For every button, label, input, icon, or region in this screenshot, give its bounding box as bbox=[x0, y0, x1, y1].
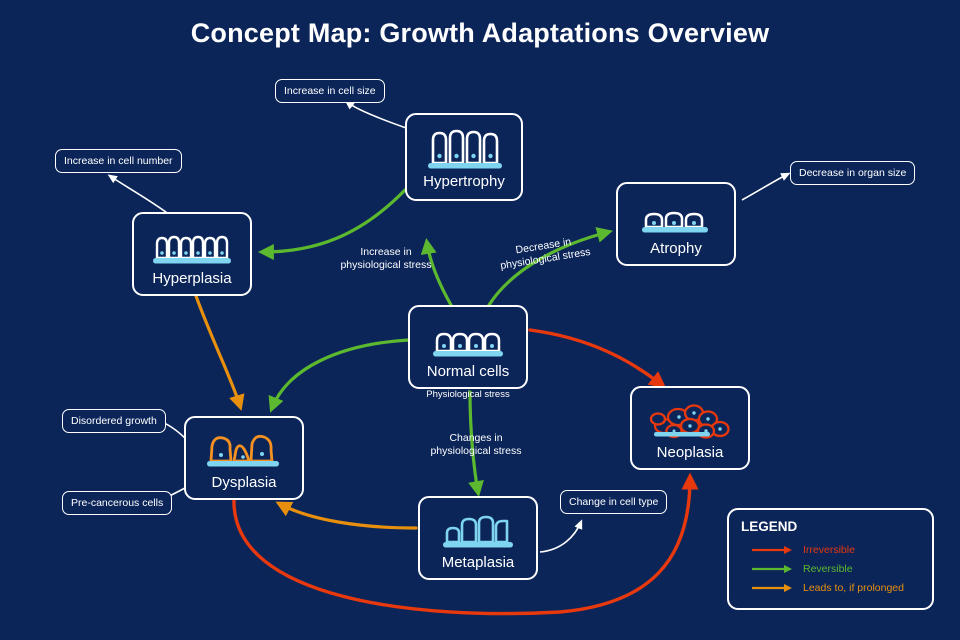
callout-increase-cell-size[interactable]: Increase in cell size bbox=[275, 79, 385, 103]
reversible-arrow-icon bbox=[752, 564, 792, 573]
legend-label: Reversible bbox=[803, 562, 853, 575]
legend-panel: LEGEND Irreversible Reversible Leads to,… bbox=[727, 508, 934, 610]
node-label: Neoplasia bbox=[656, 443, 724, 461]
tall-columnar-cells-icon bbox=[424, 125, 504, 171]
node-label: Metaplasia bbox=[441, 553, 515, 571]
varied-cells-icon bbox=[438, 506, 518, 552]
callout-precancerous-cells[interactable]: Pre-cancerous cells bbox=[62, 491, 173, 515]
prolonged-arrow-icon bbox=[752, 583, 792, 592]
edge-hyperplasia-dysplasia bbox=[194, 294, 245, 411]
callout-decrease-organ-size[interactable]: Decrease in organ size bbox=[790, 161, 916, 185]
legend-label: Irreversible bbox=[803, 543, 855, 556]
edge-label-increase-stress: Increase in physiological stress bbox=[340, 246, 432, 272]
node-label: Normal cells bbox=[426, 362, 510, 380]
node-neoplasia[interactable]: Neoplasia bbox=[630, 386, 750, 470]
node-dysplasia[interactable]: Dysplasia bbox=[184, 416, 304, 500]
legend-label: Leads to, if prolonged bbox=[803, 581, 904, 594]
disorganized-tumor-cells-icon bbox=[646, 396, 734, 442]
edge-hypertrophy-hyperplasia bbox=[257, 188, 407, 260]
callout-change-in-cell-type[interactable]: Change in cell type bbox=[560, 490, 668, 514]
many-cells-icon bbox=[150, 222, 234, 268]
legend-item-reversible: Reversible bbox=[751, 559, 920, 578]
legend-item-prolonged: Leads to, if prolonged bbox=[751, 578, 920, 597]
shrunken-cells-icon bbox=[636, 192, 716, 238]
node-label: Dysplasia bbox=[211, 473, 277, 491]
connector-organ-size bbox=[741, 172, 791, 201]
sublabel-physiological-stress: Physiological stress bbox=[426, 389, 510, 400]
connector-cell-size bbox=[344, 100, 413, 131]
node-label: Hyperplasia bbox=[152, 269, 232, 287]
edge-normal-neoplasia bbox=[528, 328, 667, 389]
callout-increase-cell-number[interactable]: Increase in cell number bbox=[55, 149, 182, 173]
connector-cell-type bbox=[539, 519, 583, 553]
edge-normal-dysplasia bbox=[268, 338, 411, 413]
edge-label-changes-stress: Changes in physiological stress bbox=[430, 432, 522, 458]
concept-map-canvas: Concept Map: Growth Adaptations Overview bbox=[0, 0, 960, 640]
node-metaplasia[interactable]: Metaplasia bbox=[418, 496, 538, 580]
node-hyperplasia[interactable]: Hyperplasia bbox=[132, 212, 252, 296]
normal-cells-icon bbox=[429, 315, 507, 361]
node-label: Atrophy bbox=[650, 239, 702, 257]
irreversible-arrow-icon bbox=[752, 545, 792, 554]
irregular-cells-icon bbox=[202, 426, 286, 472]
legend-item-irreversible: Irreversible bbox=[751, 540, 920, 559]
node-atrophy[interactable]: Atrophy bbox=[616, 182, 736, 266]
node-label: Hypertrophy bbox=[423, 172, 505, 190]
connector-cell-number bbox=[107, 174, 171, 216]
legend-title: LEGEND bbox=[741, 519, 798, 534]
callout-disordered-growth[interactable]: Disordered growth bbox=[62, 409, 166, 433]
node-normal-cells[interactable]: Normal cells bbox=[408, 305, 528, 389]
node-hypertrophy[interactable]: Hypertrophy bbox=[405, 113, 523, 201]
edge-metaplasia-dysplasia bbox=[275, 501, 418, 530]
